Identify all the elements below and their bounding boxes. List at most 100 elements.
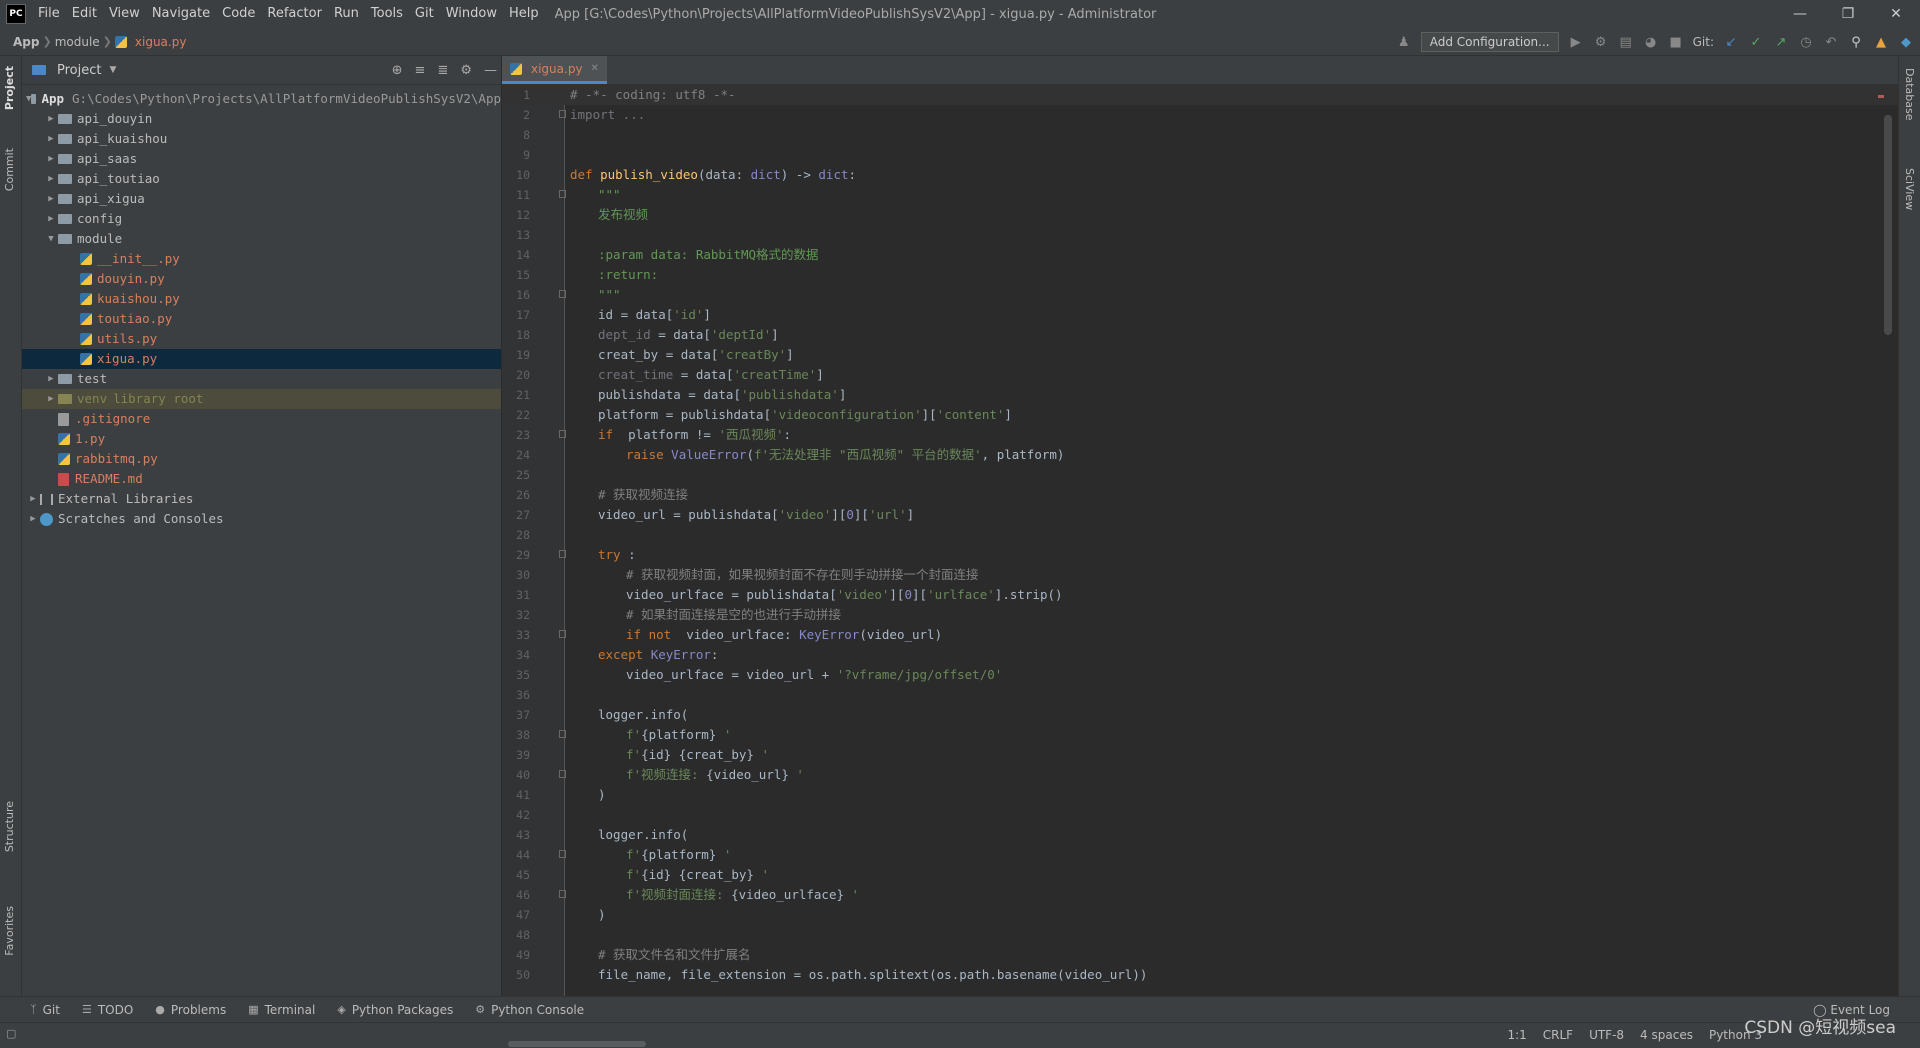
code-line[interactable]: 17 id = data['id'] xyxy=(502,305,1898,325)
code-line[interactable]: 39 f'{id} {creat_by} ' xyxy=(502,745,1898,765)
error-marker-icon[interactable] xyxy=(1878,95,1884,98)
code-line[interactable]: 9 xyxy=(502,145,1898,165)
user-icon[interactable]: ♟ xyxy=(1396,35,1412,50)
code-line[interactable]: 19 creat_by = data['creatBy'] xyxy=(502,345,1898,365)
tree-folder[interactable]: ▶ api_toutiao xyxy=(22,169,501,189)
git-commit-icon[interactable]: ✓ xyxy=(1748,35,1764,50)
tree-file[interactable]: 1.py xyxy=(22,429,501,449)
hide-icon[interactable]: — xyxy=(484,63,497,78)
code-line[interactable]: 20 creat_time = data['creatTime'] xyxy=(502,365,1898,385)
tool-python-console[interactable]: ⚙ Python Console xyxy=(475,1003,584,1017)
caret-position[interactable]: 1:1 xyxy=(1507,1028,1526,1042)
layout-icon[interactable]: ▢ xyxy=(6,1027,16,1040)
code-line[interactable]: 30 # 获取视频封面，如果视频封面不存在则手动拼接一个封面连接 xyxy=(502,565,1898,585)
restore-icon[interactable]: ❐ xyxy=(1824,0,1872,28)
code-line[interactable]: 38 f'{platform} ' xyxy=(502,725,1898,745)
tree-file[interactable]: kuaishou.py xyxy=(22,289,501,309)
chevron-right-icon[interactable]: ▶ xyxy=(44,369,58,389)
chevron-right-icon[interactable]: ▶ xyxy=(44,109,58,129)
coverage-icon[interactable]: ▤ xyxy=(1618,35,1634,50)
run-icon[interactable]: ▶ xyxy=(1568,35,1584,50)
history-icon[interactable]: ◷ xyxy=(1798,35,1814,50)
tree-file[interactable]: README.md xyxy=(22,469,501,489)
code-line[interactable]: 25 xyxy=(502,465,1898,485)
menu-item-view[interactable]: View xyxy=(103,0,146,28)
indent-setting[interactable]: 4 spaces xyxy=(1640,1028,1693,1042)
code-line[interactable]: 29 try : xyxy=(502,545,1898,565)
tree-file[interactable]: xigua.py xyxy=(22,349,501,369)
chevron-right-icon[interactable]: ▶ xyxy=(44,209,58,229)
fold-marker-icon[interactable] xyxy=(559,290,566,298)
code-line[interactable]: 16 """ xyxy=(502,285,1898,305)
structure-tool-tab[interactable]: Structure xyxy=(3,801,16,852)
menu-item-help[interactable]: Help xyxy=(503,0,545,28)
menu-item-edit[interactable]: Edit xyxy=(66,0,103,28)
tree-folder[interactable]: ▶ config xyxy=(22,209,501,229)
chevron-right-icon[interactable]: ▶ xyxy=(26,509,40,529)
project-panel-title[interactable]: Project xyxy=(57,63,101,78)
code-editor[interactable]: 1 # -*- coding: utf8 -*- 2 import ... 8 9 10 de… xyxy=(502,85,1912,996)
code-line[interactable]: 26 # 获取视频连接 xyxy=(502,485,1898,505)
favorites-tool-tab[interactable]: Favorites xyxy=(3,906,16,956)
tool-problems[interactable]: ● Problems xyxy=(155,1003,226,1017)
code-line[interactable]: 8 xyxy=(502,125,1898,145)
tree-file[interactable]: rabbitmq.py xyxy=(22,449,501,469)
code-line[interactable]: 18 dept_id = data['deptId'] xyxy=(502,325,1898,345)
tool-terminal[interactable]: ▦ Terminal xyxy=(248,1003,315,1017)
tree-folder[interactable]: ▶ api_saas xyxy=(22,149,501,169)
line-separator[interactable]: CRLF xyxy=(1543,1028,1573,1042)
fold-marker-icon[interactable] xyxy=(559,630,566,638)
menu-item-refactor[interactable]: Refactor xyxy=(261,0,328,28)
locate-icon[interactable]: ⊕ xyxy=(392,63,403,78)
code-line[interactable]: 32 # 如果封面连接是空的也进行手动拼接 xyxy=(502,605,1898,625)
menu-item-git[interactable]: Git xyxy=(409,0,440,28)
tree-scratches[interactable]: ▶ Scratches and Consoles xyxy=(22,509,501,529)
code-line[interactable]: 35 video_urlface = video_url + '?vframe/j… xyxy=(502,665,1898,685)
code-line[interactable]: 13 xyxy=(502,225,1898,245)
project-tool-tab[interactable]: Project xyxy=(3,66,16,110)
code-line[interactable]: 28 xyxy=(502,525,1898,545)
add-configuration-button[interactable]: Add Configuration... xyxy=(1420,32,1559,52)
code-line[interactable]: 27 video_url = publishdata['video'][0]['u… xyxy=(502,505,1898,525)
vertical-scrollbar[interactable] xyxy=(1884,115,1892,335)
code-line[interactable]: 15:return: xyxy=(502,265,1898,285)
chevron-right-icon[interactable]: ▶ xyxy=(26,489,40,509)
tree-folder-test[interactable]: ▶ test xyxy=(22,369,501,389)
chevron-right-icon[interactable]: ▶ xyxy=(44,389,58,409)
code-line[interactable]: 2 import ... xyxy=(502,105,1898,125)
menu-item-file[interactable]: File xyxy=(32,0,66,28)
commit-tool-tab[interactable]: Commit xyxy=(3,148,16,191)
code-line[interactable]: 37 logger.info( xyxy=(502,705,1898,725)
fold-marker-icon[interactable] xyxy=(559,770,566,778)
tree-folder-module[interactable]: ▼ module xyxy=(22,229,501,249)
minimize-icon[interactable]: — xyxy=(1776,0,1824,28)
fold-marker-icon[interactable] xyxy=(559,110,566,118)
code-line[interactable]: 22 platform = publishdata['videoconfigura… xyxy=(502,405,1898,425)
code-line[interactable]: 10 def publish_video(data: dict) -> dict: xyxy=(502,165,1898,185)
close-icon[interactable]: ✕ xyxy=(1872,0,1920,28)
code-line[interactable]: 11 """ xyxy=(502,185,1898,205)
fold-marker-icon[interactable] xyxy=(559,550,566,558)
code-line[interactable]: 47) xyxy=(502,905,1898,925)
code-line[interactable]: 50 file_name, file_extension = os.path.sp… xyxy=(502,965,1898,985)
chevron-down-icon[interactable]: ▼ xyxy=(44,229,58,249)
code-line[interactable]: 43 logger.info( xyxy=(502,825,1898,845)
chevron-down-icon[interactable]: ▼ xyxy=(109,65,116,75)
breadcrumb-file[interactable]: xigua.py xyxy=(132,35,190,49)
menu-item-tools[interactable]: Tools xyxy=(365,0,409,28)
git-update-icon[interactable]: ↙ xyxy=(1723,35,1739,50)
close-tab-icon[interactable]: ✕ xyxy=(591,63,599,74)
tree-root[interactable]: ▼ App G:\Codes\Python\Projects\AllPlatfo… xyxy=(22,89,501,109)
code-line[interactable]: 23 if platform != '西瓜视频': xyxy=(502,425,1898,445)
git-push-icon[interactable]: ↗ xyxy=(1773,35,1789,50)
tree-file[interactable]: .gitignore xyxy=(22,409,501,429)
file-encoding[interactable]: UTF-8 xyxy=(1589,1028,1624,1042)
chevron-right-icon[interactable]: ▶ xyxy=(44,169,58,189)
update-icon[interactable]: ▲ xyxy=(1873,35,1889,50)
profile-icon[interactable]: ◕ xyxy=(1643,35,1659,50)
code-line[interactable]: 44 f'{platform} ' xyxy=(502,845,1898,865)
code-line[interactable]: 34 except KeyError: xyxy=(502,645,1898,665)
code-line[interactable]: 40 f'视频连接: {video_url} ' xyxy=(502,765,1898,785)
breadcrumb-module[interactable]: module xyxy=(52,35,103,49)
fold-marker-icon[interactable] xyxy=(559,430,566,438)
